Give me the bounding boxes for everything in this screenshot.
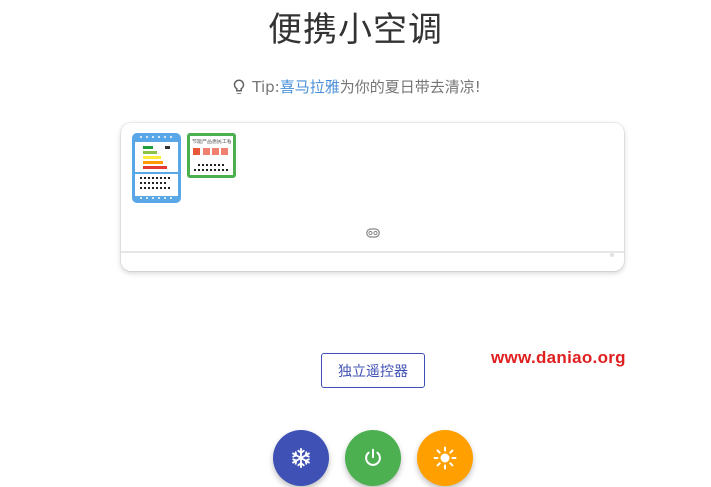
tip-prefix: Tip: [252,78,280,96]
remote-control-button[interactable]: 独立遥控器 [321,353,425,388]
display-indicator-icon [366,228,380,238]
heat-mode-button[interactable] [417,430,473,486]
watermark: www.daniao.org [491,348,626,367]
snowflake-icon [292,447,310,469]
page-title: 便携小空调 [268,10,443,50]
lightbulb-icon [234,79,245,94]
cert-label-title: 节能产品惠民工程 [192,139,231,145]
tip-line: Tip:喜马拉雅为你的夏日带去清凉! [0,76,711,98]
sun-icon [433,446,457,470]
energy-efficiency-label-icon [132,133,181,203]
tip-suffix: 为你的夏日带去清凉! [339,78,481,96]
energy-saving-certificate-icon: 节能产品惠民工程 [187,133,236,178]
air-conditioner: 节能产品惠民工程 [121,123,624,271]
cool-mode-button[interactable] [273,430,329,486]
power-button[interactable] [345,430,401,486]
air-vent [121,251,624,253]
status-led [610,253,614,257]
power-icon [365,448,381,466]
tip-link[interactable]: 喜马拉雅 [280,78,340,96]
